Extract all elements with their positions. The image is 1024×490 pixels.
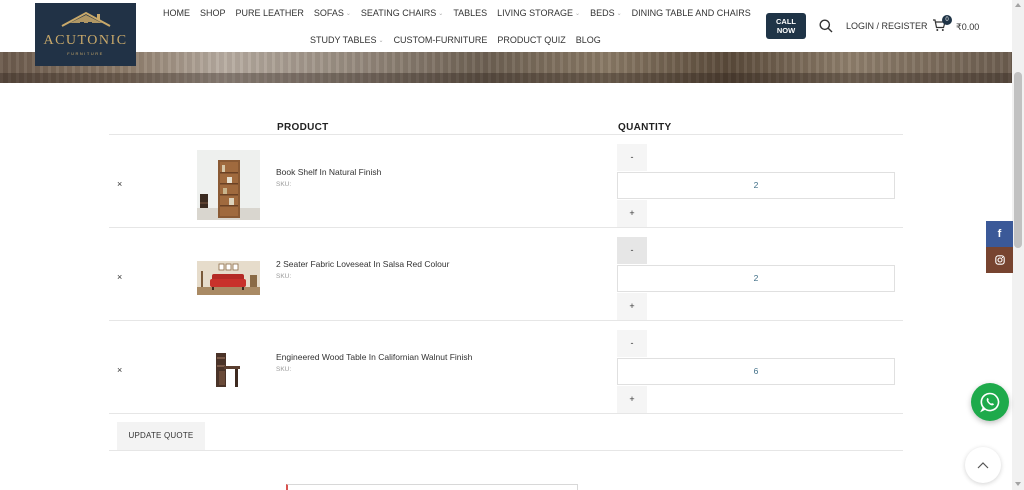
nav-item-tables[interactable]: Tables (453, 8, 487, 18)
nav-item-shop[interactable]: Shop (200, 8, 226, 18)
nav-item-product-quiz[interactable]: Product Quiz (497, 35, 565, 45)
divider (109, 450, 903, 451)
nav-item-label: Blog (575, 35, 601, 45)
column-header-product: PRODUCT (277, 122, 329, 133)
house-logo-icon (61, 11, 110, 27)
login-register-link[interactable]: LOGIN / REGISTER (846, 21, 928, 31)
main-nav-row-1: Home Shop Pure Leather Sofas ⌄ Seating Chairs… (163, 8, 761, 18)
scroll-thumb[interactable] (1014, 72, 1022, 248)
chevron-down-icon: ⌄ (438, 10, 444, 17)
nav-item-label: Study Tables (310, 35, 377, 45)
facebook-icon[interactable]: f (986, 221, 1013, 247)
call-now-button[interactable]: CALL NOW (766, 13, 806, 39)
product-name-link[interactable]: Engineered Wood Table In Californian Wal… (276, 352, 472, 362)
nav-item-custom-furniture[interactable]: Custom-Furniture (394, 35, 488, 45)
nav-item-label: Tables (453, 8, 488, 18)
nav-item-pure-leather[interactable]: Pure Leather (236, 8, 304, 18)
nav-item-label: Sofas (313, 8, 344, 18)
divider (109, 413, 903, 414)
main-nav-row-2: Study Tables ⌄ Custom-Furniture Product Qui… (310, 35, 611, 45)
nav-item-living-storage[interactable]: Living Storage ⌄ (497, 8, 580, 18)
logo-name: ACUTONIC (43, 33, 128, 48)
remove-item-button[interactable]: × (117, 365, 122, 375)
quantity-plus-button[interactable]: + (617, 293, 647, 320)
product-name-link[interactable]: Book Shelf In Natural Finish (276, 167, 381, 177)
page-scrollbar[interactable] (1012, 0, 1024, 490)
remove-item-button[interactable]: × (117, 272, 122, 282)
nav-item-label: Shop (200, 8, 226, 18)
quantity-plus-button[interactable]: + (617, 386, 647, 413)
chevron-down-icon: ⌄ (345, 10, 351, 17)
table-row: × 2 Seater Fabric Loveseat In Salsa Red … (109, 228, 903, 320)
now-label: NOW (776, 26, 796, 35)
chevron-down-icon: ⌄ (575, 10, 581, 17)
nav-item-label: Product Quiz (497, 35, 566, 45)
remove-item-button[interactable]: × (117, 179, 122, 189)
page-banner (0, 52, 1012, 83)
cart-total[interactable]: ₹0.00 (956, 22, 979, 33)
chevron-up-icon (977, 462, 989, 469)
instagram-icon[interactable] (986, 247, 1013, 273)
quantity-input[interactable]: 2 (617, 265, 895, 292)
nav-item-label: Beds (590, 8, 615, 18)
quantity-minus-button[interactable]: - (617, 330, 647, 357)
quantity-minus-button[interactable]: - (617, 237, 647, 264)
logo-subtitle: FURNITURE (67, 51, 104, 56)
nav-item-home[interactable]: Home (163, 8, 190, 18)
nav-item-label: Home (163, 8, 190, 18)
product-sku: SKU: (276, 273, 292, 280)
nav-item-label: Living Storage (497, 8, 574, 18)
search-icon[interactable] (819, 19, 833, 38)
scroll-up-arrow-icon[interactable] (1015, 3, 1021, 7)
cart-count-badge: 0 (942, 15, 952, 25)
nav-item-label: Seating Chairs (360, 8, 437, 18)
nav-item-study-tables[interactable]: Study Tables ⌄ (310, 35, 384, 45)
chevron-down-icon: ⌄ (616, 10, 622, 17)
nav-item-beds[interactable]: Beds ⌄ (590, 8, 622, 18)
site-header: Home Shop Pure Leather Sofas ⌄ Seating Chairs… (0, 0, 1012, 52)
product-thumbnail-bookshelf[interactable] (197, 150, 260, 220)
site-logo[interactable]: ACUTONIC FURNITURE (35, 3, 136, 66)
nav-item-sofas[interactable]: Sofas ⌄ (314, 8, 351, 18)
nav-item-dining-table-and-chairs[interactable]: Dining Table and Chairs (632, 8, 751, 18)
back-to-top-button[interactable] (965, 447, 1001, 483)
product-sku: SKU: (276, 366, 292, 373)
product-thumbnail-study-table[interactable] (197, 349, 260, 389)
whatsapp-icon[interactable] (971, 383, 1009, 421)
quantity-input[interactable]: 2 (617, 172, 895, 199)
chevron-down-icon: ⌄ (378, 37, 384, 44)
quantity-minus-button[interactable]: - (617, 144, 647, 171)
product-sku: SKU: (276, 181, 292, 188)
table-row: × Engineered Wood Table In Californian W… (109, 321, 903, 413)
nav-item-label: Dining Table and Chairs (631, 8, 751, 18)
quantity-input[interactable]: 6 (617, 358, 895, 385)
update-quote-button[interactable]: UPDATE QUOTE (117, 422, 205, 450)
table-row: × Book Shelf In Natural Finish SKU: - 2 … (109, 135, 903, 227)
column-header-quantity: QUANTITY (618, 122, 672, 133)
call-label: CALL (776, 17, 796, 26)
quote-form-field[interactable] (286, 484, 578, 490)
nav-item-blog[interactable]: Blog (576, 35, 601, 45)
nav-item-label: Pure Leather (235, 8, 304, 18)
product-name-link[interactable]: 2 Seater Fabric Loveseat In Salsa Red Co… (276, 259, 449, 269)
nav-item-seating-chairs[interactable]: Seating Chairs ⌄ (361, 8, 443, 18)
nav-item-label: Custom-Furniture (393, 35, 488, 45)
scroll-down-arrow-icon[interactable] (1015, 482, 1021, 486)
quantity-plus-button[interactable]: + (617, 200, 647, 227)
product-thumbnail-loveseat[interactable] (197, 261, 260, 295)
